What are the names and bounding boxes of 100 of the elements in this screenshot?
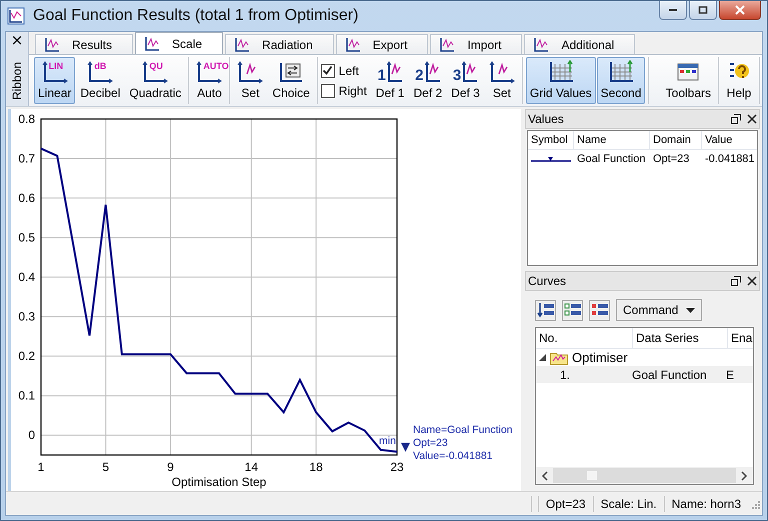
annotation-text: Value=-0.041881 [413, 450, 492, 462]
scroll-right-icon[interactable] [740, 470, 748, 480]
axis-choice-icon [278, 60, 304, 84]
ribbon-button[interactable]: Grid Values [526, 57, 596, 104]
column-header[interactable]: Domain [650, 131, 702, 149]
close-icon[interactable] [747, 114, 757, 124]
checkbox-label[interactable]: Right [338, 84, 367, 98]
resize-grip-icon[interactable] [750, 498, 760, 508]
annotation-text: Opt=23 [413, 437, 448, 450]
maximize-icon [698, 6, 708, 14]
close-icon [734, 5, 746, 15]
ribbon-button[interactable]: Second [596, 57, 646, 104]
maximize-button[interactable] [689, 1, 717, 20]
table-cell-text: E [725, 368, 736, 382]
axis-chart-icon [462, 60, 478, 84]
chart-icon [144, 36, 160, 52]
close-icon[interactable] [747, 276, 757, 286]
chart-folder-icon [550, 350, 568, 364]
ribbon-button[interactable]: 2 Def 2 [409, 57, 446, 104]
line-symbol-icon [531, 155, 571, 163]
column-header[interactable]: Value [702, 131, 758, 149]
axis-icon [142, 60, 168, 84]
ribbon-tab[interactable]: Export [336, 34, 428, 54]
y-tick-label: 0.4 [18, 270, 35, 284]
x-tick-label: 18 [309, 460, 323, 474]
axis-chart-icon [488, 60, 515, 84]
ribbon-button[interactable]: LIN Linear [34, 57, 76, 104]
restore-icon[interactable] [731, 114, 741, 124]
table-cell-text: -0.041881 [704, 153, 756, 165]
ribbon-button[interactable]: Help [722, 57, 756, 104]
table-cell-text: Goal Function [631, 368, 708, 382]
icon-caption: 2 [415, 68, 424, 84]
checkbox[interactable] [320, 84, 335, 98]
x-tick-label: 23 [390, 460, 404, 474]
axis-chart-icon [424, 60, 440, 84]
enable-all-button[interactable] [562, 300, 583, 320]
column-header[interactable]: Symbol [528, 131, 574, 149]
panel-title: Values [528, 112, 564, 126]
status-text: Opt=23 [538, 496, 593, 512]
checkbox[interactable] [320, 64, 335, 78]
y-tick-label: 0.2 [18, 349, 35, 364]
chart-icon [533, 36, 550, 52]
scroll-left-icon[interactable] [541, 470, 549, 480]
ribbon-tab[interactable]: Radiation [225, 34, 334, 54]
icon-caption: LIN [48, 61, 64, 71]
ribbon-button[interactable]: Toolbars [662, 57, 715, 104]
caret-icon [686, 308, 696, 312]
ribbon-button[interactable]: Set [484, 57, 519, 104]
axis-icon [87, 60, 114, 84]
ribbon-tab[interactable]: Additional [524, 34, 636, 54]
horizontal-scrollbar[interactable] [536, 467, 753, 484]
column-header[interactable]: Ena [728, 328, 753, 348]
column-header[interactable]: Data Series [633, 328, 728, 348]
close-ribbon-button[interactable]: × [10, 32, 24, 48]
window-title: Goal Function Results (total 1 from Optimiser) [33, 7, 358, 25]
ribbon-button[interactable]: AUTO Auto [192, 57, 226, 104]
sort-button[interactable] [535, 300, 556, 320]
tree-row[interactable]: 1. Goal Function E [536, 366, 753, 383]
column-header[interactable]: No. [536, 328, 633, 348]
expander-icon[interactable] [539, 354, 546, 361]
table-cell-text: 1. [559, 368, 572, 382]
ribbon-tab[interactable]: Results [35, 34, 134, 54]
column-header[interactable]: Name [574, 131, 650, 149]
chart-icon [439, 36, 456, 52]
axis-icon [42, 60, 68, 84]
close-button[interactable] [719, 1, 761, 20]
annotation-text: min [379, 434, 396, 447]
y-tick-label: 0 [28, 428, 35, 442]
table-cell-text: Opt=23 [652, 153, 690, 165]
x-tick-label: 5 [102, 460, 110, 474]
panel-title: Curves [528, 274, 566, 288]
y-tick-label: 0.5 [18, 230, 35, 245]
y-tick-label: 0.8 [18, 112, 35, 126]
ribbon-tab[interactable]: Scale [135, 32, 224, 54]
ribbon-tab[interactable]: Import [430, 34, 522, 54]
ribbon-button[interactable]: Choice [268, 57, 314, 104]
tree-node-label[interactable]: Optimiser [572, 350, 628, 365]
ribbon-button[interactable]: Set [233, 57, 268, 104]
ribbon-button[interactable]: 1 Def 1 [372, 57, 408, 104]
status-text: Scale: Lin. [592, 496, 664, 512]
status-text: Name: horn3 [664, 496, 748, 512]
ribbon-button[interactable]: dB Decibel [76, 57, 124, 104]
minimize-button[interactable] [659, 1, 687, 20]
checklist-icon [564, 302, 582, 318]
chart-icon [344, 36, 361, 52]
ribbon-button[interactable]: 3 Def 3 [447, 57, 484, 104]
command-dropdown[interactable]: Command [616, 299, 702, 321]
minimize-icon [668, 8, 678, 12]
x-tick-label: 14 [244, 460, 258, 474]
restore-icon[interactable] [731, 276, 741, 286]
icon-caption: 1 [377, 68, 386, 84]
disable-all-button[interactable] [589, 300, 610, 320]
ribbon-label: Ribbon [10, 62, 24, 100]
checkbox-label[interactable]: Left [338, 64, 359, 78]
ribbon-button[interactable]: QU Quadratic [125, 57, 186, 104]
annotation-text: Name=Goal Function [413, 424, 513, 436]
crossed-list-icon [590, 302, 608, 318]
scroll-thumb[interactable] [587, 471, 597, 480]
grid-icon [608, 60, 634, 84]
x-tick-label: 1 [38, 460, 44, 474]
